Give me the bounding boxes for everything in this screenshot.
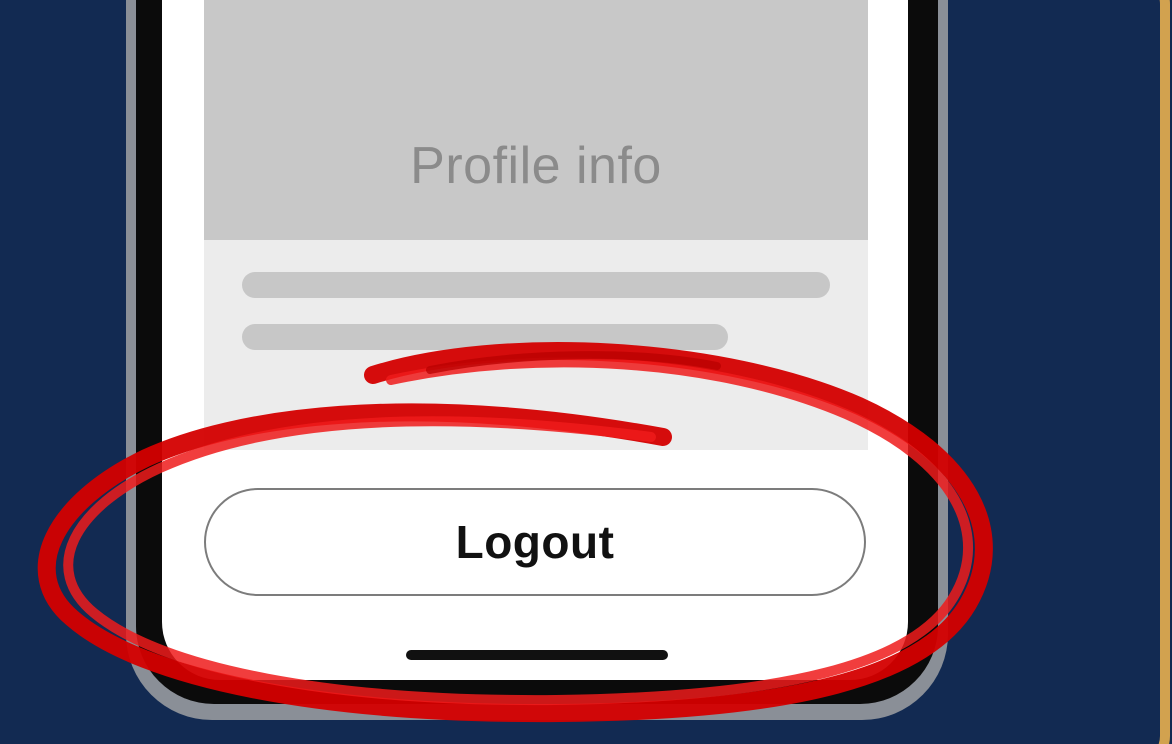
logout-button[interactable]: Logout — [204, 488, 866, 596]
screenshot-stage: Profile info Logout — [0, 0, 1172, 744]
placeholder-line — [242, 324, 728, 350]
logout-label: Logout — [455, 516, 615, 568]
placeholder-line — [242, 272, 830, 298]
phone-screen: Profile info Logout — [162, 0, 908, 680]
profile-info-panel: Profile info — [204, 0, 868, 240]
profile-info-title: Profile info — [410, 137, 662, 195]
home-indicator-bar — [406, 650, 668, 660]
profile-details-panel — [204, 240, 868, 450]
